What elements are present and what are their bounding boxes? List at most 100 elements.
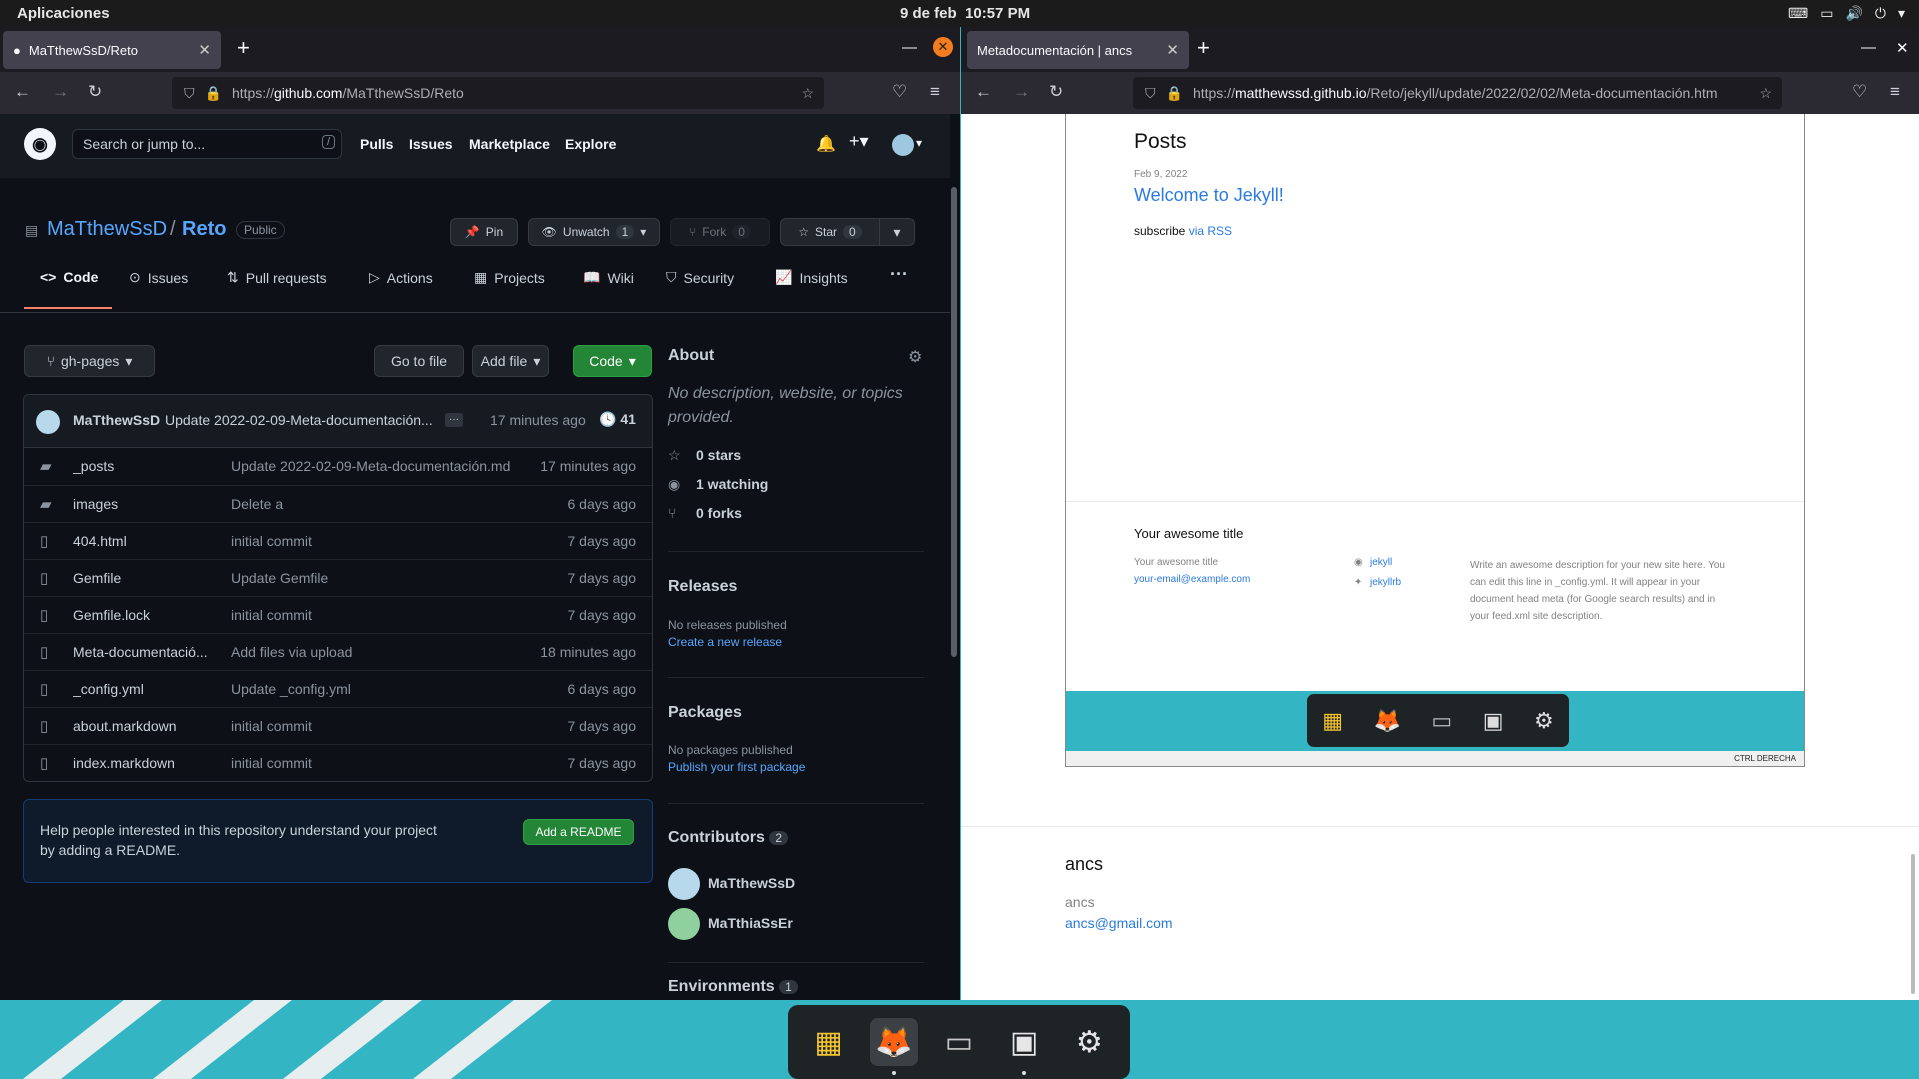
file-name-link[interactable]: _posts — [73, 458, 208, 474]
avatar[interactable] — [668, 908, 700, 940]
minimize-icon[interactable]: — — [1861, 39, 1876, 56]
file-row[interactable]: ▯ _config.yml Update _config.yml 6 days ago — [24, 670, 652, 707]
twitter-user-link[interactable]: jekyllrb — [1370, 577, 1401, 588]
pocket-icon[interactable]: ♡ — [1852, 82, 1867, 102]
menu-icon[interactable]: ≡ — [930, 82, 940, 102]
commit-expand-button[interactable]: ··· — [445, 413, 463, 427]
stars-link[interactable]: 0 stars — [696, 447, 741, 463]
tab-github[interactable]: ● MaTthewSsD/Reto ✕ — [3, 31, 221, 69]
branch-selector[interactable]: ⑂ gh-pages ▾ — [24, 345, 155, 377]
new-tab-icon[interactable]: + — [237, 35, 250, 61]
bookmark-star-icon[interactable]: ☆ — [801, 85, 814, 102]
file-name-link[interactable]: about.markdown — [73, 718, 208, 734]
file-row[interactable]: ▯ Gemfile Update Gemfile 7 days ago — [24, 559, 652, 596]
tab-security[interactable]: ⛉ Security — [666, 269, 734, 286]
file-commit-message[interactable]: initial commit — [231, 607, 312, 623]
bell-icon[interactable]: 🔔 — [816, 134, 836, 154]
add-readme-button[interactable]: Add a README — [523, 819, 634, 845]
file-commit-message[interactable]: Update _config.yml — [231, 681, 351, 697]
publish-package-link[interactable]: Publish your first package — [668, 760, 805, 774]
tab-jekyll-site[interactable]: Metadocumentación | ancs ✕ — [967, 31, 1189, 69]
scrollbar-thumb[interactable] — [951, 187, 957, 657]
nav-pulls[interactable]: Pulls — [360, 136, 393, 152]
github-user-link[interactable]: jekyll — [1370, 557, 1392, 568]
file-row[interactable]: ▯ Gemfile.lock initial commit 7 days ago — [24, 596, 652, 633]
back-icon[interactable]: ← — [975, 82, 992, 102]
github-logo-icon[interactable]: ◉ — [24, 128, 56, 160]
repo-owner-link[interactable]: MaTthewSsD — [47, 218, 167, 241]
go-to-file-button[interactable]: Go to file — [374, 345, 464, 377]
reload-icon[interactable]: ↻ — [1049, 82, 1063, 102]
settings-gear-icon[interactable]: ⚙ — [1065, 1018, 1113, 1066]
file-row[interactable]: ▰ _posts Update 2022-02-09-Meta-documentac… — [24, 448, 652, 485]
bookmark-star-icon[interactable]: ☆ — [1755, 84, 1772, 102]
watching-link[interactable]: 1 watching — [696, 476, 768, 492]
file-commit-message[interactable]: initial commit — [231, 755, 312, 771]
lock-icon[interactable]: 🔒 — [1166, 85, 1183, 102]
power-icon[interactable]: ⏻ — [1875, 5, 1886, 22]
avatar[interactable] — [892, 134, 914, 156]
file-commit-message[interactable]: Delete a — [231, 496, 283, 512]
keyboard-icon[interactable]: ⌨ — [1788, 5, 1808, 22]
tab-issues[interactable]: ⊙ Issues — [129, 269, 188, 286]
files-folder-icon[interactable]: ▭ — [935, 1018, 983, 1066]
file-row[interactable]: ▯ about.markdown initial commit 7 days ago — [24, 707, 652, 744]
shield-icon[interactable]: ⛉ — [1145, 85, 1156, 102]
nav-issues[interactable]: Issues — [409, 136, 453, 152]
gear-icon[interactable]: ⚙ — [908, 347, 922, 367]
releases-heading[interactable]: Releases — [668, 578, 737, 596]
close-window-icon[interactable]: ✕ — [933, 37, 953, 57]
rss-link[interactable]: via RSS — [1189, 224, 1232, 238]
file-name-link[interactable]: Meta-documentació... — [73, 644, 208, 660]
contributor-link[interactable]: MaTthewSsD — [708, 875, 795, 891]
tab-projects[interactable]: ▦ Projects — [474, 269, 545, 286]
forward-icon[interactable]: → — [1013, 82, 1030, 102]
forks-link[interactable]: 0 forks — [696, 505, 742, 521]
file-name-link[interactable]: index.markdown — [73, 755, 208, 771]
star-button[interactable]: ☆ Star 0 — [780, 218, 880, 246]
tab-code[interactable]: <> Code — [40, 269, 98, 285]
commit-author[interactable]: MaTthewSsD — [73, 412, 160, 428]
file-name-link[interactable]: images — [73, 496, 208, 512]
post-title-link[interactable]: Welcome to Jekyll! — [1134, 185, 1284, 206]
menu-icon[interactable]: ≡ — [1890, 82, 1900, 102]
file-name-link[interactable]: Gemfile.lock — [73, 607, 208, 623]
url-bar[interactable]: ⛉ 🔒 https://github.com/MaTthewSsD/Reto ☆ — [172, 77, 824, 109]
commit-history[interactable]: 🕓 41 — [599, 411, 636, 428]
scrollbar-thumb[interactable] — [1911, 854, 1915, 994]
close-tab-icon[interactable]: ✕ — [1166, 41, 1179, 59]
site-footer-email-link[interactable]: ancs@gmail.com — [1065, 915, 1173, 931]
tab-actions[interactable]: ▷ Actions — [369, 269, 433, 286]
contributor-link[interactable]: MaTthiaSsEr — [708, 915, 793, 931]
avatar[interactable] — [668, 868, 700, 900]
file-commit-message[interactable]: Update Gemfile — [231, 570, 328, 586]
close-tab-icon[interactable]: ✕ — [198, 41, 211, 59]
repo-name-link[interactable]: Reto — [182, 218, 226, 241]
file-commit-message[interactable]: initial commit — [231, 718, 312, 734]
commit-message[interactable]: Update 2022-02-09-Meta-documentación... — [165, 412, 443, 428]
star-list-dropdown[interactable]: ▾ — [879, 218, 915, 246]
minimize-icon[interactable]: — — [902, 39, 917, 56]
search-input[interactable]: Search or jump to... / — [72, 129, 342, 159]
terminal-icon[interactable]: ▣ — [1000, 1018, 1048, 1075]
tab-insights[interactable]: 📈 Insights — [775, 269, 848, 286]
applications-menu[interactable]: Aplicaciones — [17, 5, 110, 22]
footer-email-link[interactable]: your-email@example.com — [1134, 574, 1250, 585]
unwatch-button[interactable]: 👁 Unwatch 1 ▾ — [528, 218, 660, 246]
file-name-link[interactable]: 404.html — [73, 533, 208, 549]
file-commit-message[interactable]: initial commit — [231, 533, 312, 549]
reload-icon[interactable]: ↻ — [88, 82, 102, 102]
create-new-icon[interactable]: +▾ — [849, 131, 869, 152]
volume-icon[interactable]: 🔊 — [1845, 5, 1862, 22]
forward-icon[interactable]: → — [52, 82, 69, 102]
contributors-heading[interactable]: Contributors 2 — [668, 829, 789, 847]
back-icon[interactable]: ← — [14, 82, 31, 102]
tab-pull-requests[interactable]: ⇅ Pull requests — [227, 269, 327, 286]
pin-button[interactable]: 📌 Pin — [450, 218, 518, 246]
create-release-link[interactable]: Create a new release — [668, 635, 782, 649]
tab-wiki[interactable]: 📖 Wiki — [583, 269, 634, 286]
file-commit-message[interactable]: Add files via upload — [231, 644, 352, 660]
fork-button[interactable]: ⑂ Fork 0 — [670, 218, 770, 246]
code-button[interactable]: Code ▾ — [573, 345, 652, 377]
file-name-link[interactable]: Gemfile — [73, 570, 208, 586]
